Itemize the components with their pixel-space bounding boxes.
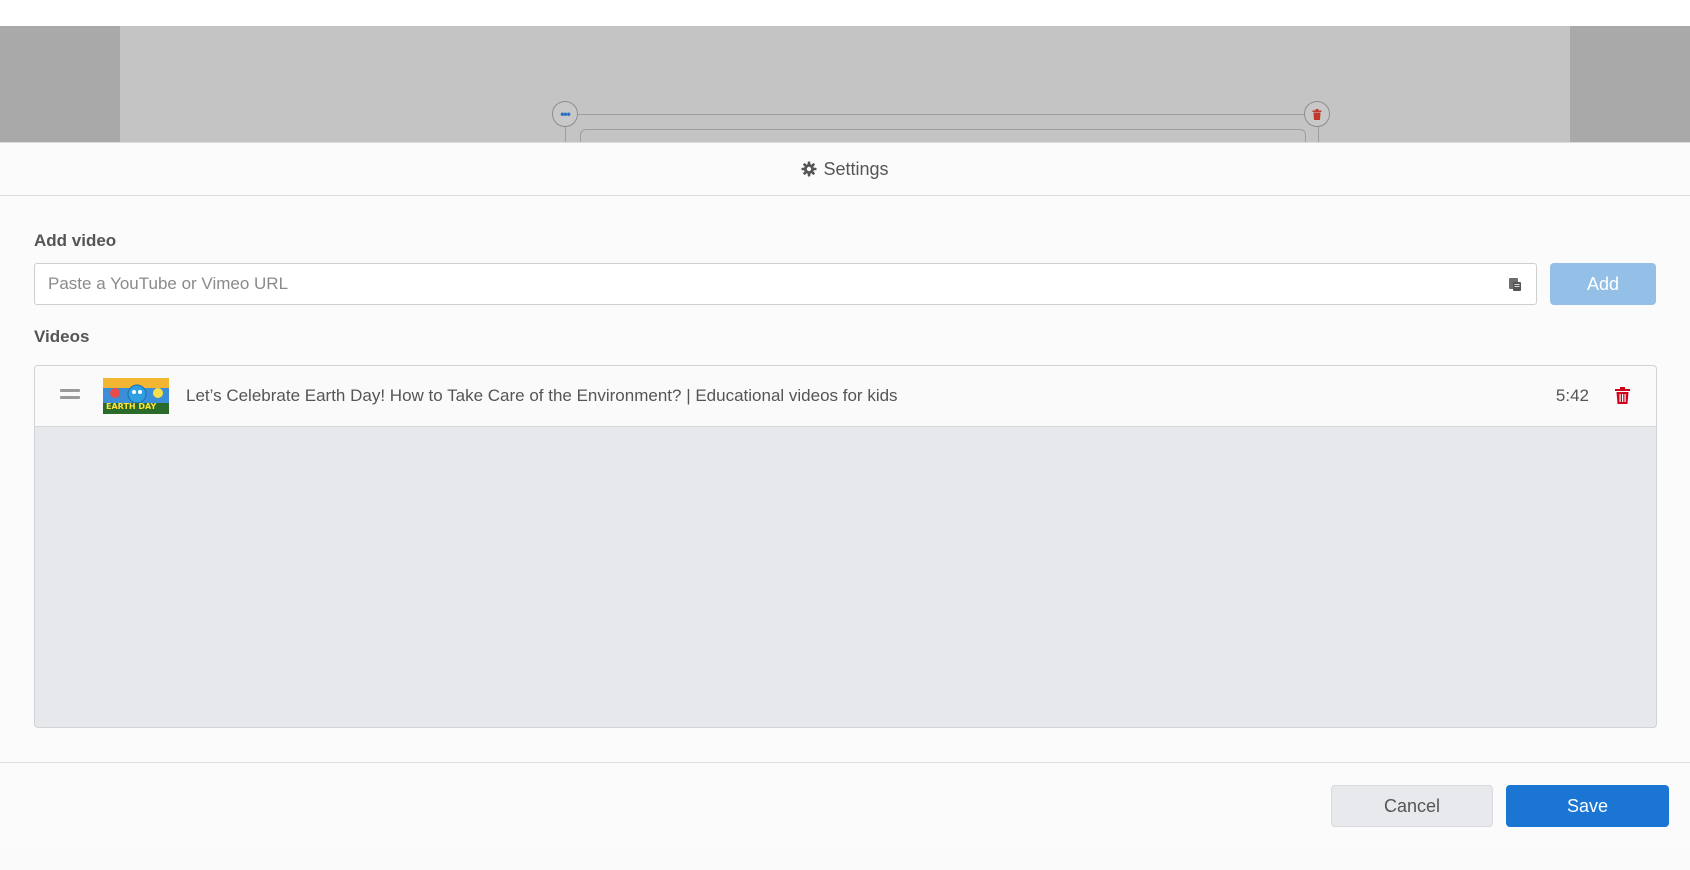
gear-icon (801, 161, 817, 177)
video-duration: 5:42 (1555, 386, 1589, 405)
list-item[interactable]: EARTH DAY Let’s Celebrate Earth Day! How… (35, 366, 1656, 427)
clipboard-icon[interactable] (1508, 277, 1522, 296)
cancel-button[interactable]: Cancel (1331, 785, 1493, 827)
backdrop-left-gutter (0, 26, 120, 142)
video-url-input[interactable] (35, 264, 1475, 304)
block-inner-outline (580, 129, 1306, 142)
page-bottom-strip (0, 845, 1690, 870)
block-delete-button[interactable] (1304, 101, 1330, 127)
editor-backdrop: ••• (0, 26, 1690, 142)
video-title: Let’s Celebrate Earth Day! How to Take C… (186, 386, 898, 405)
video-url-field (34, 263, 1537, 305)
drag-handle-icon[interactable] (60, 389, 80, 403)
add-video-button[interactable]: Add (1550, 263, 1656, 305)
backdrop-right-gutter (1570, 26, 1690, 142)
add-video-label: Add video (34, 231, 117, 250)
video-list: EARTH DAY Let’s Celebrate Earth Day! How… (34, 365, 1657, 728)
videos-label: Videos (34, 327, 90, 346)
modal-header: Settings (0, 143, 1690, 196)
video-settings-modal: Settings Add video Add Videos (0, 142, 1690, 847)
video-thumbnail: EARTH DAY (103, 378, 169, 414)
block-more-button[interactable]: ••• (552, 101, 578, 127)
modal-title: Settings (823, 158, 889, 179)
modal-footer: Cancel Save (0, 762, 1690, 847)
trash-icon (1312, 108, 1322, 120)
thumbnail-caption: EARTH DAY (106, 402, 157, 411)
trash-icon[interactable] (1615, 387, 1630, 409)
ellipsis-icon: ••• (560, 107, 571, 121)
save-button[interactable]: Save (1506, 785, 1669, 827)
